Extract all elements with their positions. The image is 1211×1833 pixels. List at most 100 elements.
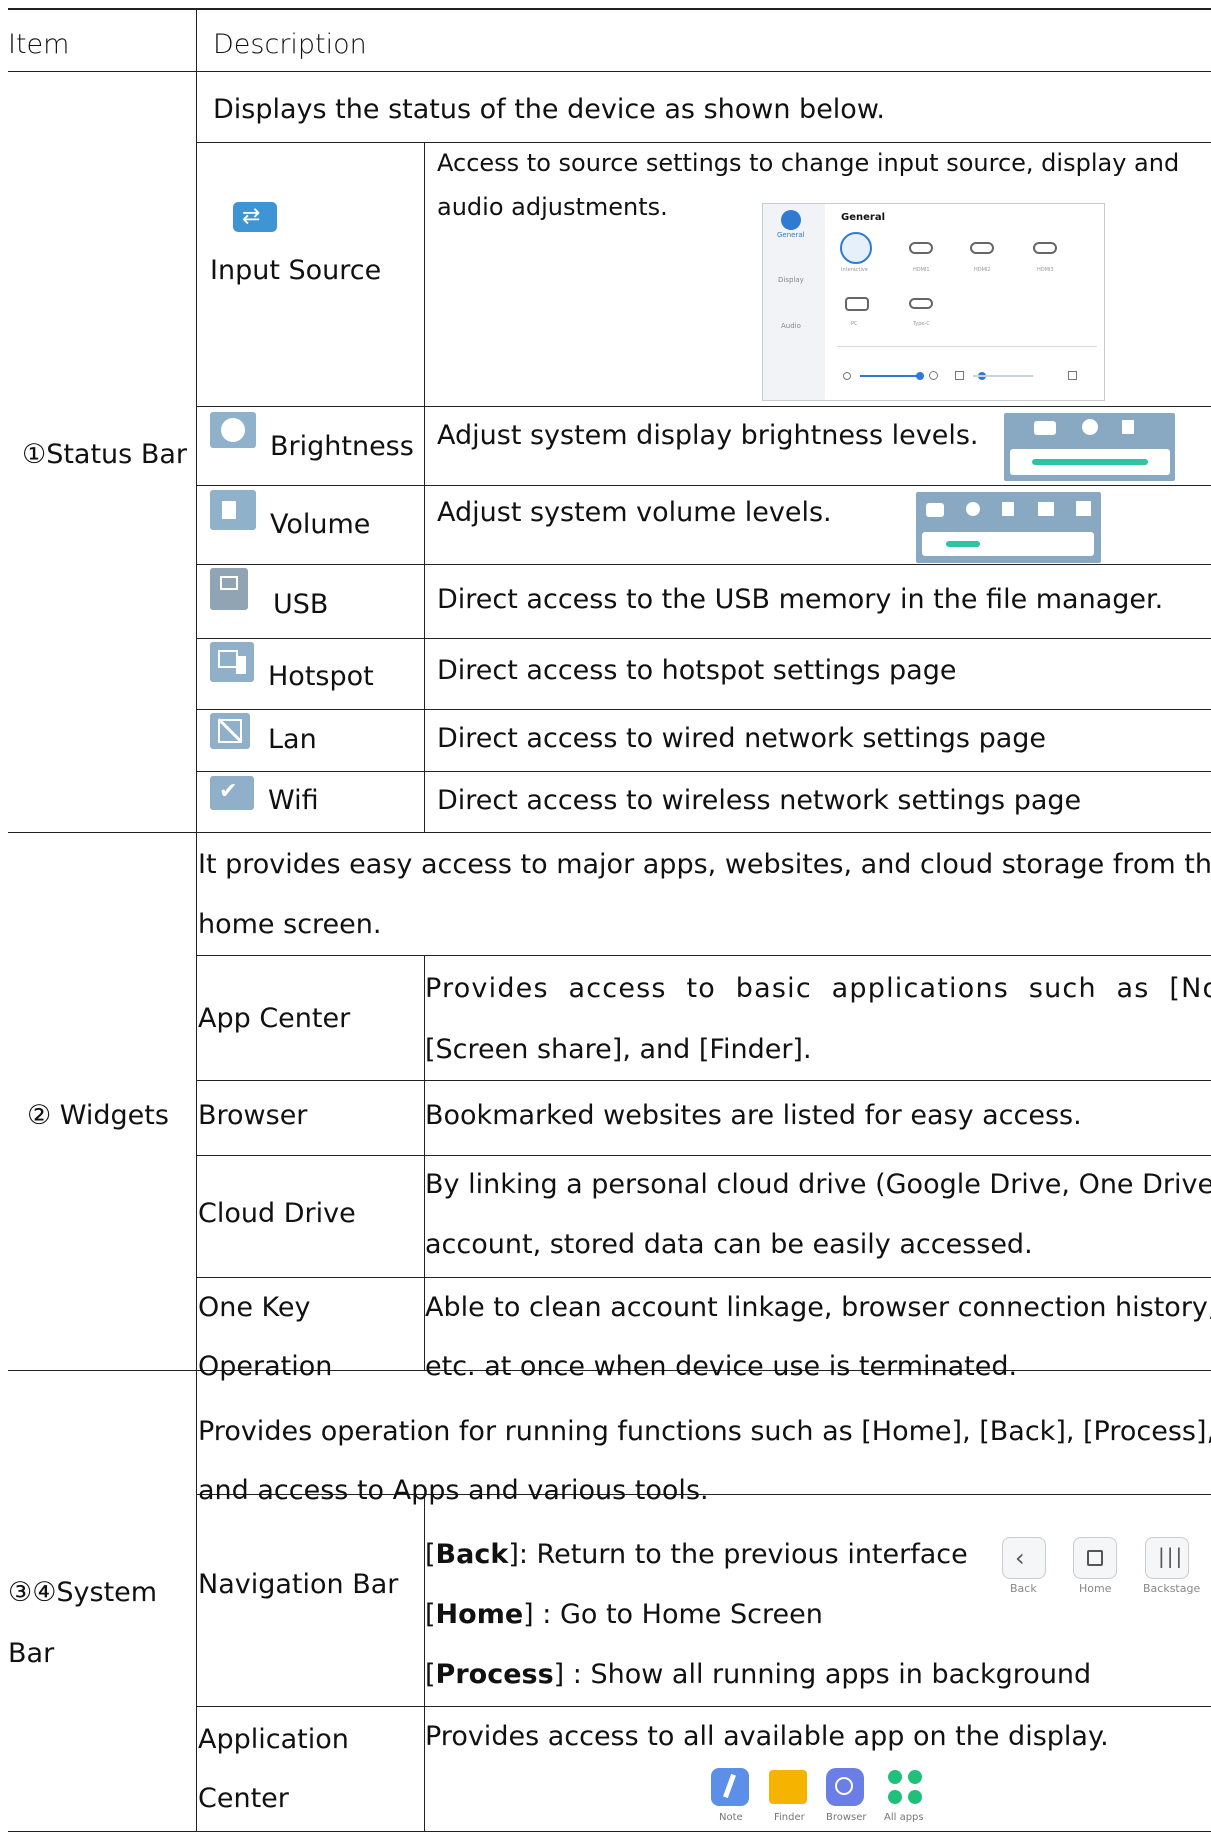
hotspot-icon [1038,502,1054,516]
row-divider [196,564,1211,565]
finder-app-icon [769,1770,807,1804]
nav-desc-process: [Process] : Show all running apps in bac… [425,1659,1092,1690]
screen-phone-icon [218,650,238,668]
row-name-one-key: Operation [198,1351,333,1382]
nav-desc-back: [Back]: Return to the previous interface [425,1539,968,1570]
row-divider [196,709,1211,710]
dot [888,1770,902,1784]
section-label-status-bar: ①Status Bar [22,439,187,470]
swap-arrows-icon: ⇄ [242,204,261,229]
row-desc-lan: Direct access to wired network settings … [437,723,1047,754]
sun-icon [966,502,980,516]
row-name-usb: USB [273,589,329,620]
home-button-shot [1073,1537,1117,1579]
row-name-application-center: Application [198,1724,349,1755]
row-name-navigation-bar: Navigation Bar [198,1569,399,1600]
row-name-one-key: One Key [198,1292,311,1323]
nav-process-text: : Show all running apps in background [564,1659,1092,1690]
widgets-intro: home screen. [198,909,382,940]
source-label: HDMI1 [913,267,930,273]
sidebar-general-icon [781,210,801,230]
row-desc-browser: Bookmarked websites are listed for easy … [425,1100,1082,1131]
usb-icon [210,568,248,610]
row-name-hotspot: Hotspot [268,661,374,692]
sun-icon [929,371,938,380]
speaker-mute-icon [955,371,964,380]
row-divider [196,955,1211,956]
row-name-input-source: Input Source [210,255,382,286]
nav-button-label: Backstage [1143,1582,1201,1595]
row-divider [196,142,1211,143]
screen-phone-icon [236,656,246,674]
row-desc-brightness: Adjust system display brightness levels. [437,420,979,451]
source-interactive-icon [840,232,872,264]
row-name-brightness: Brightness [270,431,414,462]
app-label: Finder [774,1812,805,1823]
source-hdmi-icon [970,242,994,254]
usb-plug-icon [220,576,238,590]
lan-icon [210,713,250,749]
globe-icon [835,1777,853,1795]
recents-icon: ||| [1158,1544,1185,1568]
row-name-application-center: Center [198,1783,289,1814]
dot [888,1790,902,1804]
speaker-icon [222,501,236,519]
row-divider [196,406,1211,407]
source-typec-icon [909,298,933,309]
section-label-system-bar: Bar [8,1638,55,1669]
swap-arrows-icon [1034,421,1056,435]
screenshot-volume-slider [973,375,1033,377]
source-hdmi-icon [909,242,933,254]
row-desc-wifi: Direct access to wireless network settin… [437,785,1082,816]
row-divider [196,485,1211,486]
row-name-cloud-drive: Cloud Drive [198,1198,356,1229]
sidebar-display-label: Display [778,276,804,284]
brightness-icon [210,412,256,448]
row-desc-one-key: etc. at once when device use is terminat… [425,1351,1018,1382]
nav-home-text: : Go to Home Screen [533,1599,823,1630]
row-desc-cloud-drive: account, stored data can be easily acces… [425,1229,1033,1260]
dot [908,1770,922,1784]
hotspot-icon [210,642,254,682]
source-label: PC [851,321,858,327]
brightness-panel-screenshot [1004,413,1175,481]
app-label: Note [719,1812,743,1823]
section-label-system-bar: ③④System [8,1577,158,1608]
row-divider [196,1155,1211,1156]
screenshot-brightness-slider [860,375,918,377]
nav-back-text: : Return to the previous interface [518,1539,968,1570]
system-bar-intro: and access to Apps and various tools. [198,1475,709,1506]
wifi-icon: ✔ [210,776,254,810]
source-label: Interactive [841,267,868,273]
header-description: Description [213,29,367,60]
screenshot-separator [837,346,1097,347]
nav-process-key: Process [435,1659,554,1690]
volume-panel-screenshot [916,492,1101,563]
all-apps-icon [886,1768,924,1806]
input-source-icon: ⇄ [233,202,277,232]
row-name-browser: Browser [198,1100,308,1131]
source-pc-icon [845,297,869,311]
nav-button-label: Back [1010,1582,1037,1595]
slider-fill [946,541,980,547]
section-divider [8,832,1211,833]
row-desc-usb: Direct access to the USB memory in the f… [437,584,1164,615]
row-divider [196,638,1211,639]
app-label: All apps [884,1812,924,1823]
home-icon [1087,1550,1103,1566]
wifi-waves-icon: ✔ [219,779,238,804]
volume-slider [922,532,1094,556]
dot [908,1790,922,1804]
row-desc-app-center: [Screen share], and [Finder]. [425,1034,812,1065]
note-app-icon [711,1768,749,1806]
brightness-slider [1010,449,1170,475]
table-top-border [8,8,1211,10]
row-desc-input-source: Access to source settings to change inpu… [437,149,1180,177]
row-name-lan: Lan [268,724,317,755]
sidebar-audio-label: Audio [781,322,801,330]
screenshot-heading: General [841,212,885,223]
source-label: Type-C [913,321,930,327]
row-name-wifi: Wifi [268,785,319,816]
row-name-app-center: App Center [198,1003,351,1034]
sidebar-general-label: General [777,231,805,239]
